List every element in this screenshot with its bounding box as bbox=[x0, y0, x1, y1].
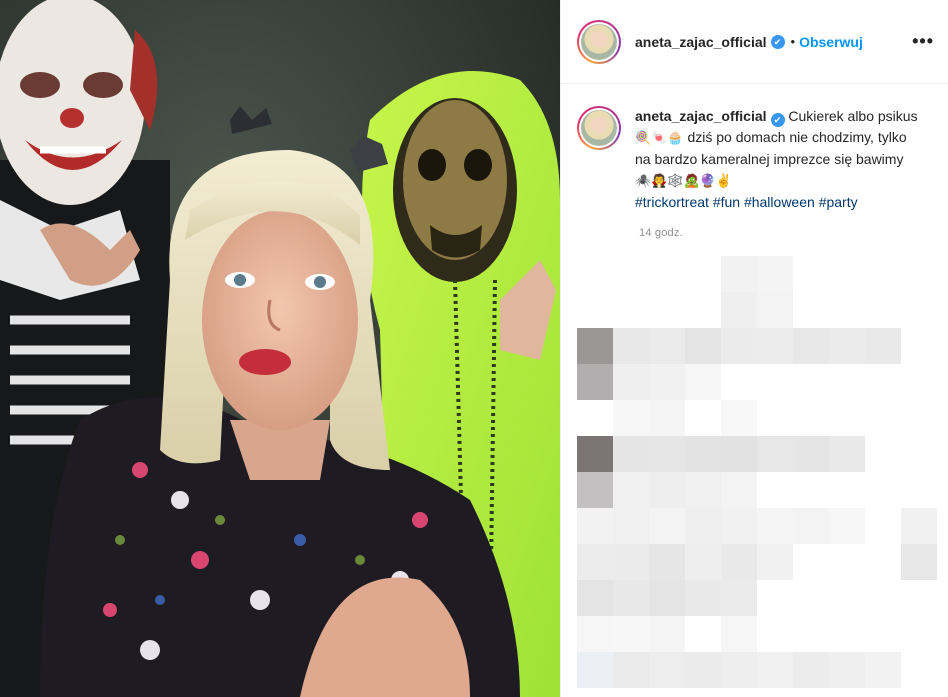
pixel-block bbox=[829, 328, 865, 364]
username-link[interactable]: aneta_zajac_official bbox=[635, 34, 767, 50]
post-side-panel: aneta_zajac_official ✔ • Obserwuj ••• an… bbox=[560, 0, 948, 697]
pixel-block bbox=[721, 580, 757, 616]
pixel-block bbox=[685, 652, 721, 688]
pixel-block bbox=[577, 616, 613, 652]
pixel-block bbox=[649, 400, 685, 436]
pixel-block bbox=[649, 580, 685, 616]
pixel-block bbox=[685, 364, 721, 400]
pixel-block bbox=[901, 508, 937, 544]
pixel-block bbox=[721, 400, 757, 436]
pixel-block bbox=[577, 580, 613, 616]
pixel-block bbox=[685, 580, 721, 616]
pixel-block bbox=[613, 436, 649, 472]
caption-avatar[interactable] bbox=[577, 106, 621, 150]
pixel-block bbox=[721, 256, 757, 292]
pixel-block bbox=[685, 472, 721, 508]
caption-text: aneta_zajac_official ✔ Cukierek albo psik… bbox=[635, 106, 921, 213]
follow-button[interactable]: Obserwuj bbox=[799, 34, 863, 50]
pixel-block bbox=[613, 652, 649, 688]
pixel-block bbox=[613, 544, 649, 580]
pixel-block bbox=[577, 544, 613, 580]
pixel-block bbox=[721, 544, 757, 580]
pixel-block bbox=[649, 328, 685, 364]
caption-emojis-2: 🕷️🧛🕸️🧟🔮✌️ bbox=[635, 174, 733, 189]
pixel-block bbox=[577, 436, 613, 472]
pixel-block bbox=[613, 472, 649, 508]
hashtag-link[interactable]: #halloween bbox=[744, 194, 815, 210]
pixel-block bbox=[577, 364, 613, 400]
pixel-block bbox=[757, 508, 793, 544]
verified-badge-icon: ✔ bbox=[770, 34, 785, 49]
pixel-block bbox=[613, 508, 649, 544]
pixel-block bbox=[649, 472, 685, 508]
pixel-block bbox=[649, 436, 685, 472]
pixel-block bbox=[829, 508, 865, 544]
pixel-block bbox=[685, 328, 721, 364]
pixel-block bbox=[721, 472, 757, 508]
verified-badge-icon: ✔ bbox=[770, 113, 785, 127]
user-avatar[interactable] bbox=[577, 19, 621, 64]
pixel-block bbox=[685, 544, 721, 580]
pixel-block bbox=[613, 364, 649, 400]
pixel-block bbox=[721, 652, 757, 688]
pixel-block bbox=[793, 436, 829, 472]
pixel-block bbox=[613, 400, 649, 436]
hashtag-link[interactable]: #fun bbox=[713, 194, 740, 210]
pixel-block bbox=[865, 652, 901, 688]
pixel-block bbox=[865, 328, 901, 364]
post-photo[interactable] bbox=[0, 0, 560, 697]
pixel-block bbox=[649, 364, 685, 400]
pixel-block bbox=[721, 328, 757, 364]
pixel-block bbox=[577, 472, 613, 508]
pixel-block bbox=[721, 436, 757, 472]
pixel-block bbox=[577, 508, 613, 544]
caption-username-link[interactable]: aneta_zajac_official bbox=[635, 108, 767, 124]
separator-dot: • bbox=[790, 34, 796, 49]
avatar-photo bbox=[581, 23, 617, 60]
pixel-block bbox=[721, 616, 757, 652]
pixel-block bbox=[649, 508, 685, 544]
hashtag-link[interactable]: #party bbox=[819, 194, 858, 210]
avatar-photo bbox=[581, 110, 617, 146]
pixel-block bbox=[685, 436, 721, 472]
pixel-block bbox=[757, 256, 793, 292]
pixel-block bbox=[829, 652, 865, 688]
post-timestamp[interactable]: 14 godz. bbox=[639, 227, 948, 239]
pixel-block bbox=[649, 544, 685, 580]
more-options-icon[interactable]: ••• bbox=[912, 31, 934, 52]
pixel-block bbox=[577, 652, 613, 688]
pixel-block bbox=[613, 580, 649, 616]
pixel-block bbox=[613, 616, 649, 652]
caption-row: aneta_zajac_official ✔ Cukierek albo psik… bbox=[561, 84, 948, 213]
pixel-block bbox=[757, 292, 793, 328]
post-photo-image bbox=[0, 0, 560, 697]
pixelated-comments-area bbox=[577, 256, 948, 697]
pixel-block bbox=[757, 652, 793, 688]
pixel-block bbox=[757, 544, 793, 580]
pixel-block bbox=[613, 328, 649, 364]
pixel-block bbox=[793, 328, 829, 364]
pixel-block bbox=[649, 652, 685, 688]
pixel-block bbox=[901, 544, 937, 580]
pixel-block bbox=[649, 616, 685, 652]
pixel-block bbox=[757, 436, 793, 472]
caption-text-1: Cukierek albo psikus bbox=[788, 108, 918, 124]
hashtag-link[interactable]: #trickortreat bbox=[635, 194, 709, 210]
pixel-block bbox=[829, 436, 865, 472]
pixel-block bbox=[685, 508, 721, 544]
pixel-block bbox=[577, 328, 613, 364]
pixel-block bbox=[721, 508, 757, 544]
caption-emojis-1: 🍭🍬🧁 bbox=[635, 131, 684, 146]
post-header: aneta_zajac_official ✔ • Obserwuj ••• bbox=[561, 0, 948, 84]
pixel-block bbox=[793, 508, 829, 544]
pixel-block bbox=[793, 652, 829, 688]
pixel-block bbox=[721, 292, 757, 328]
pixel-block bbox=[757, 328, 793, 364]
